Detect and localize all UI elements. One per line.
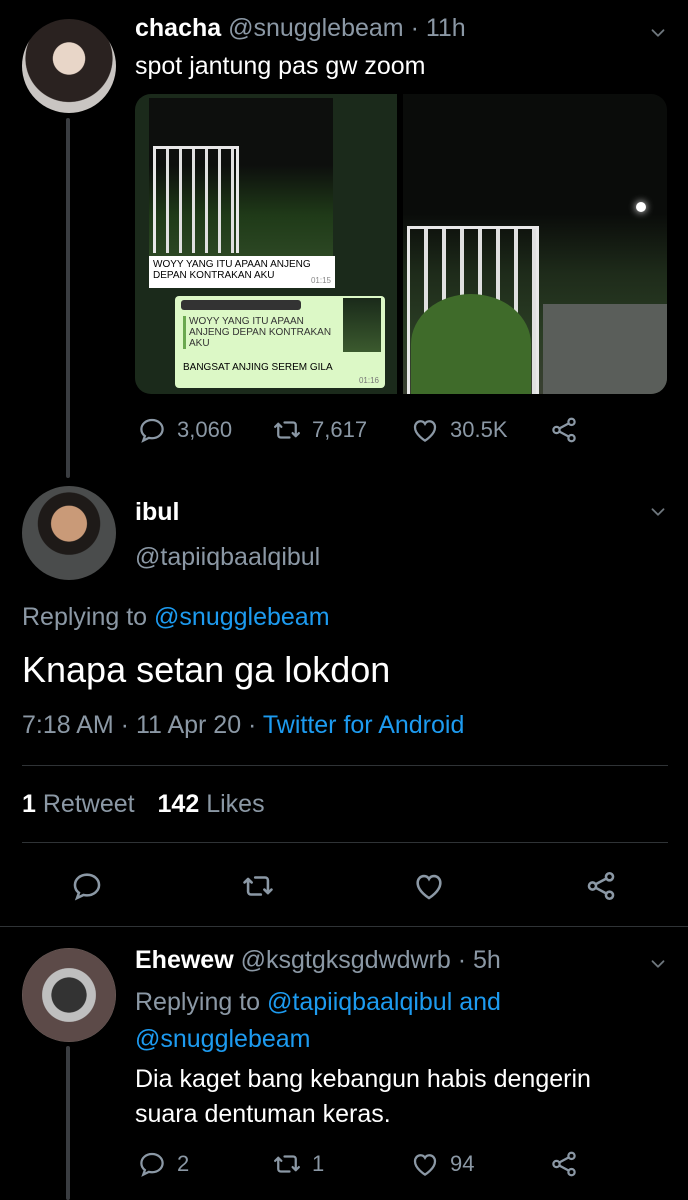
chevron-down-icon[interactable] (647, 501, 669, 523)
tweet-meta: 7:18 AM · 11 Apr 20 · Twitter for Androi… (22, 711, 464, 740)
timestamp[interactable]: · 5h (458, 946, 501, 974)
replying-to: Replying to @snugglebeam (22, 603, 330, 632)
like-count: 30.5K (450, 417, 508, 442)
heart-icon (410, 1149, 440, 1179)
divider (22, 765, 668, 766)
reply-button[interactable]: 3,060 (137, 415, 232, 445)
replying-prefix: Replying to (135, 988, 261, 1016)
avatar[interactable] (22, 948, 116, 1042)
share-button[interactable] (584, 869, 618, 903)
divider (22, 842, 668, 843)
mention-link[interactable]: @snugglebeam (154, 603, 330, 631)
chevron-down-icon[interactable] (647, 22, 669, 44)
reply-button[interactable]: 2 (137, 1149, 189, 1179)
reply-icon (70, 869, 104, 903)
like-button[interactable] (412, 869, 446, 903)
tweet-text: Knapa setan ga lokdon (22, 649, 391, 690)
tweet-text-line: suara dentuman keras. (135, 1100, 391, 1128)
divider (0, 926, 688, 927)
likes-link[interactable]: 142 Likes (158, 790, 265, 818)
display-name[interactable]: ibul (135, 498, 179, 527)
retweet-icon (272, 415, 302, 445)
tweet-text: spot jantung pas gw zoom (135, 52, 426, 80)
display-name[interactable]: chacha (135, 14, 221, 42)
plant-shape (411, 294, 531, 394)
like-label: Likes (206, 790, 265, 818)
like-count: 94 (450, 1151, 475, 1176)
timestamp[interactable]: 7:18 AM · 11 Apr 20 · (22, 711, 263, 739)
retweet-label: Retweet (42, 790, 135, 818)
retweet-button[interactable] (241, 869, 275, 903)
timestamp[interactable]: · 11h (411, 14, 466, 42)
reply-count: 2 (177, 1151, 190, 1176)
retweet-count: 7,617 (312, 417, 368, 442)
retweet-count: 1 (22, 790, 36, 818)
handle[interactable]: @tapiiqbaalqibul (135, 543, 320, 572)
reply-message: BANGSAT ANJING SEREM GILA (183, 362, 333, 373)
reply-count: 3,060 (177, 417, 233, 442)
share-button[interactable] (549, 415, 579, 445)
quoted-message: WOYY YANG ITU APAAN ANJENG DEPAN KONTRAK… (183, 316, 339, 349)
heart-icon (412, 869, 446, 903)
gate-shape (153, 146, 239, 253)
chat-bubble: WOYY YANG ITU APAAN ANJENG DEPAN KONTRAK… (149, 256, 335, 288)
reply-time: 01:16 (358, 376, 379, 385)
replying-and: and (459, 988, 501, 1016)
thread-line (66, 1046, 70, 1200)
tweet-text: Dia kaget bang kebangun habis dengerin s… (135, 1062, 591, 1132)
share-button[interactable] (549, 1149, 579, 1179)
chat-time: 01:15 (310, 276, 331, 285)
chat-reply-bubble: WOYY YANG ITU APAAN ANJENG DEPAN KONTRAK… (175, 296, 385, 388)
handle[interactable]: @ksgtgksgdwdwrb (241, 946, 451, 974)
tweet-text-line: Dia kaget bang kebangun habis dengerin (135, 1065, 591, 1093)
engagement-stats: 1 Retweet 142 Likes (22, 790, 265, 819)
mention-link[interactable]: @snugglebeam (135, 1025, 311, 1053)
retweet-icon (272, 1149, 302, 1179)
thread-line (66, 118, 70, 478)
share-icon (584, 869, 618, 903)
reply-icon (137, 1149, 167, 1179)
retweet-count: 1 (312, 1151, 325, 1176)
source-link[interactable]: Twitter for Android (263, 711, 464, 739)
mention-link[interactable]: @tapiiqbaalqibul (267, 988, 452, 1016)
reply-icon (137, 415, 167, 445)
retweet-button[interactable]: 7,617 (272, 415, 367, 445)
lamp-light (636, 202, 646, 212)
avatar[interactable] (22, 19, 116, 113)
display-name[interactable]: Ehewew (135, 946, 234, 974)
tweet-image-photo[interactable] (403, 94, 667, 394)
chevron-down-icon[interactable] (647, 953, 669, 975)
heart-icon (410, 415, 440, 445)
retweets-link[interactable]: 1 Retweet (22, 790, 135, 818)
like-button[interactable]: 94 (410, 1149, 474, 1179)
reply-button[interactable] (70, 869, 104, 903)
replying-to: Replying to @tapiiqbaalqibul and @snuggl… (135, 984, 645, 1058)
retweet-button[interactable]: 1 (272, 1149, 324, 1179)
share-icon (549, 415, 579, 445)
share-icon (549, 1149, 579, 1179)
like-button[interactable]: 30.5K (410, 415, 508, 445)
retweet-icon (241, 869, 275, 903)
handle[interactable]: @snugglebeam (228, 14, 404, 42)
wall-shape (543, 304, 667, 394)
tweet-image-chat[interactable]: WOYY YANG ITU APAAN ANJENG DEPAN KONTRAK… (135, 94, 397, 394)
like-count: 142 (157, 790, 200, 818)
replying-prefix: Replying to (22, 603, 148, 631)
avatar[interactable] (22, 486, 116, 580)
chat-message: WOYY YANG ITU APAAN ANJENG DEPAN KONTRAK… (153, 259, 311, 281)
